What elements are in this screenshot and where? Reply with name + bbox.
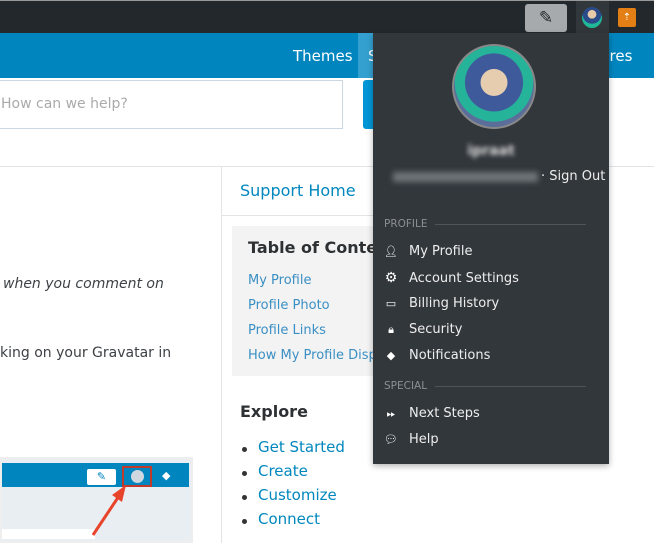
search-input[interactable]: How can we help? (0, 80, 343, 129)
write-post-button[interactable]: ✎ (525, 4, 567, 32)
divider (435, 386, 586, 387)
email-row: · Sign Out (393, 169, 605, 184)
write-post-icon: ✎ (538, 8, 554, 28)
profile-dropdown: ipraat · Sign Out PROFILE 👤︎ My Profile ⚙… (373, 33, 609, 464)
email (393, 171, 538, 182)
menu-label: Next Steps (409, 406, 480, 421)
article-text: king on your Gravatar in (0, 345, 172, 361)
toc-link[interactable]: My Profile (248, 273, 311, 288)
explore-title: Explore (240, 402, 308, 421)
notifications-icon: ⇡ (622, 12, 632, 23)
divider (222, 215, 382, 216)
explore-link[interactable]: Get Started (240, 438, 345, 462)
screenshot-masterbar: ✎ ◆ (2, 463, 189, 487)
masterbar: ✎ ⇡ (0, 0, 654, 34)
bell-icon: ◆ (386, 349, 396, 362)
user-icon: 👤︎ (384, 245, 398, 258)
sign-out-link[interactable]: · Sign Out (541, 169, 605, 184)
menu-label: Account Settings (409, 271, 519, 286)
menu-item-help[interactable]: 💬︎ Help (381, 428, 601, 452)
bell-icon: ◆ (162, 469, 171, 482)
lock-icon: 🔒︎ (388, 323, 394, 336)
article-text: when you comment on (3, 276, 164, 292)
explore-list: Get Started Create Customize Connect (240, 438, 345, 534)
money-icon: ▭ (385, 297, 397, 310)
nav-item-themes[interactable]: Themes (283, 33, 363, 78)
menu-item-my-profile[interactable]: 👤︎ My Profile (381, 240, 601, 264)
chat-bubbles-icon: 💬︎ (384, 433, 398, 446)
menu-item-billing-history[interactable]: ▭ Billing History (381, 292, 601, 316)
menu-item-next-steps[interactable]: ⏩︎ Next Steps (381, 402, 601, 426)
section-label-special: SPECIAL (384, 380, 428, 392)
me-button[interactable] (576, 1, 609, 34)
menu-label: Security (409, 322, 463, 337)
username: ipraat (467, 143, 515, 159)
support-home-link[interactable]: Support Home (240, 181, 356, 200)
toc-link[interactable]: Profile Photo (248, 298, 330, 313)
menu-item-security[interactable]: 🔒︎ Security (381, 318, 601, 342)
notifications-button[interactable]: ⇡ (618, 8, 636, 27)
red-arrow-icon (91, 485, 126, 536)
menu-label: Notifications (409, 348, 491, 363)
fast-forward-icon: ⏩︎ (386, 407, 396, 420)
gear-icon: ⚙ (384, 270, 398, 286)
write-post-icon: ✎ (87, 469, 116, 485)
explore-link[interactable]: Connect (240, 510, 345, 534)
explore-link[interactable]: Create (240, 462, 345, 486)
profile-avatar[interactable] (452, 44, 536, 129)
avatar (582, 7, 602, 28)
menu-label: Help (409, 432, 439, 447)
highlight-box (122, 466, 152, 487)
avatar-icon (131, 470, 144, 483)
screenshot-field (2, 529, 95, 539)
menu-label: My Profile (409, 244, 473, 259)
menu-item-account-settings[interactable]: ⚙ Account Settings (381, 266, 601, 290)
toc-link[interactable]: Profile Links (248, 323, 326, 338)
divider (221, 166, 222, 543)
section-label-profile: PROFILE (384, 218, 428, 230)
explore-link[interactable]: Customize (240, 486, 345, 510)
menu-item-notifications[interactable]: ◆ Notifications (381, 344, 601, 368)
table-of-contents: Table of Contents My Profile Profile Pho… (232, 226, 406, 376)
divider (435, 224, 586, 225)
menu-label: Billing History (409, 296, 500, 311)
